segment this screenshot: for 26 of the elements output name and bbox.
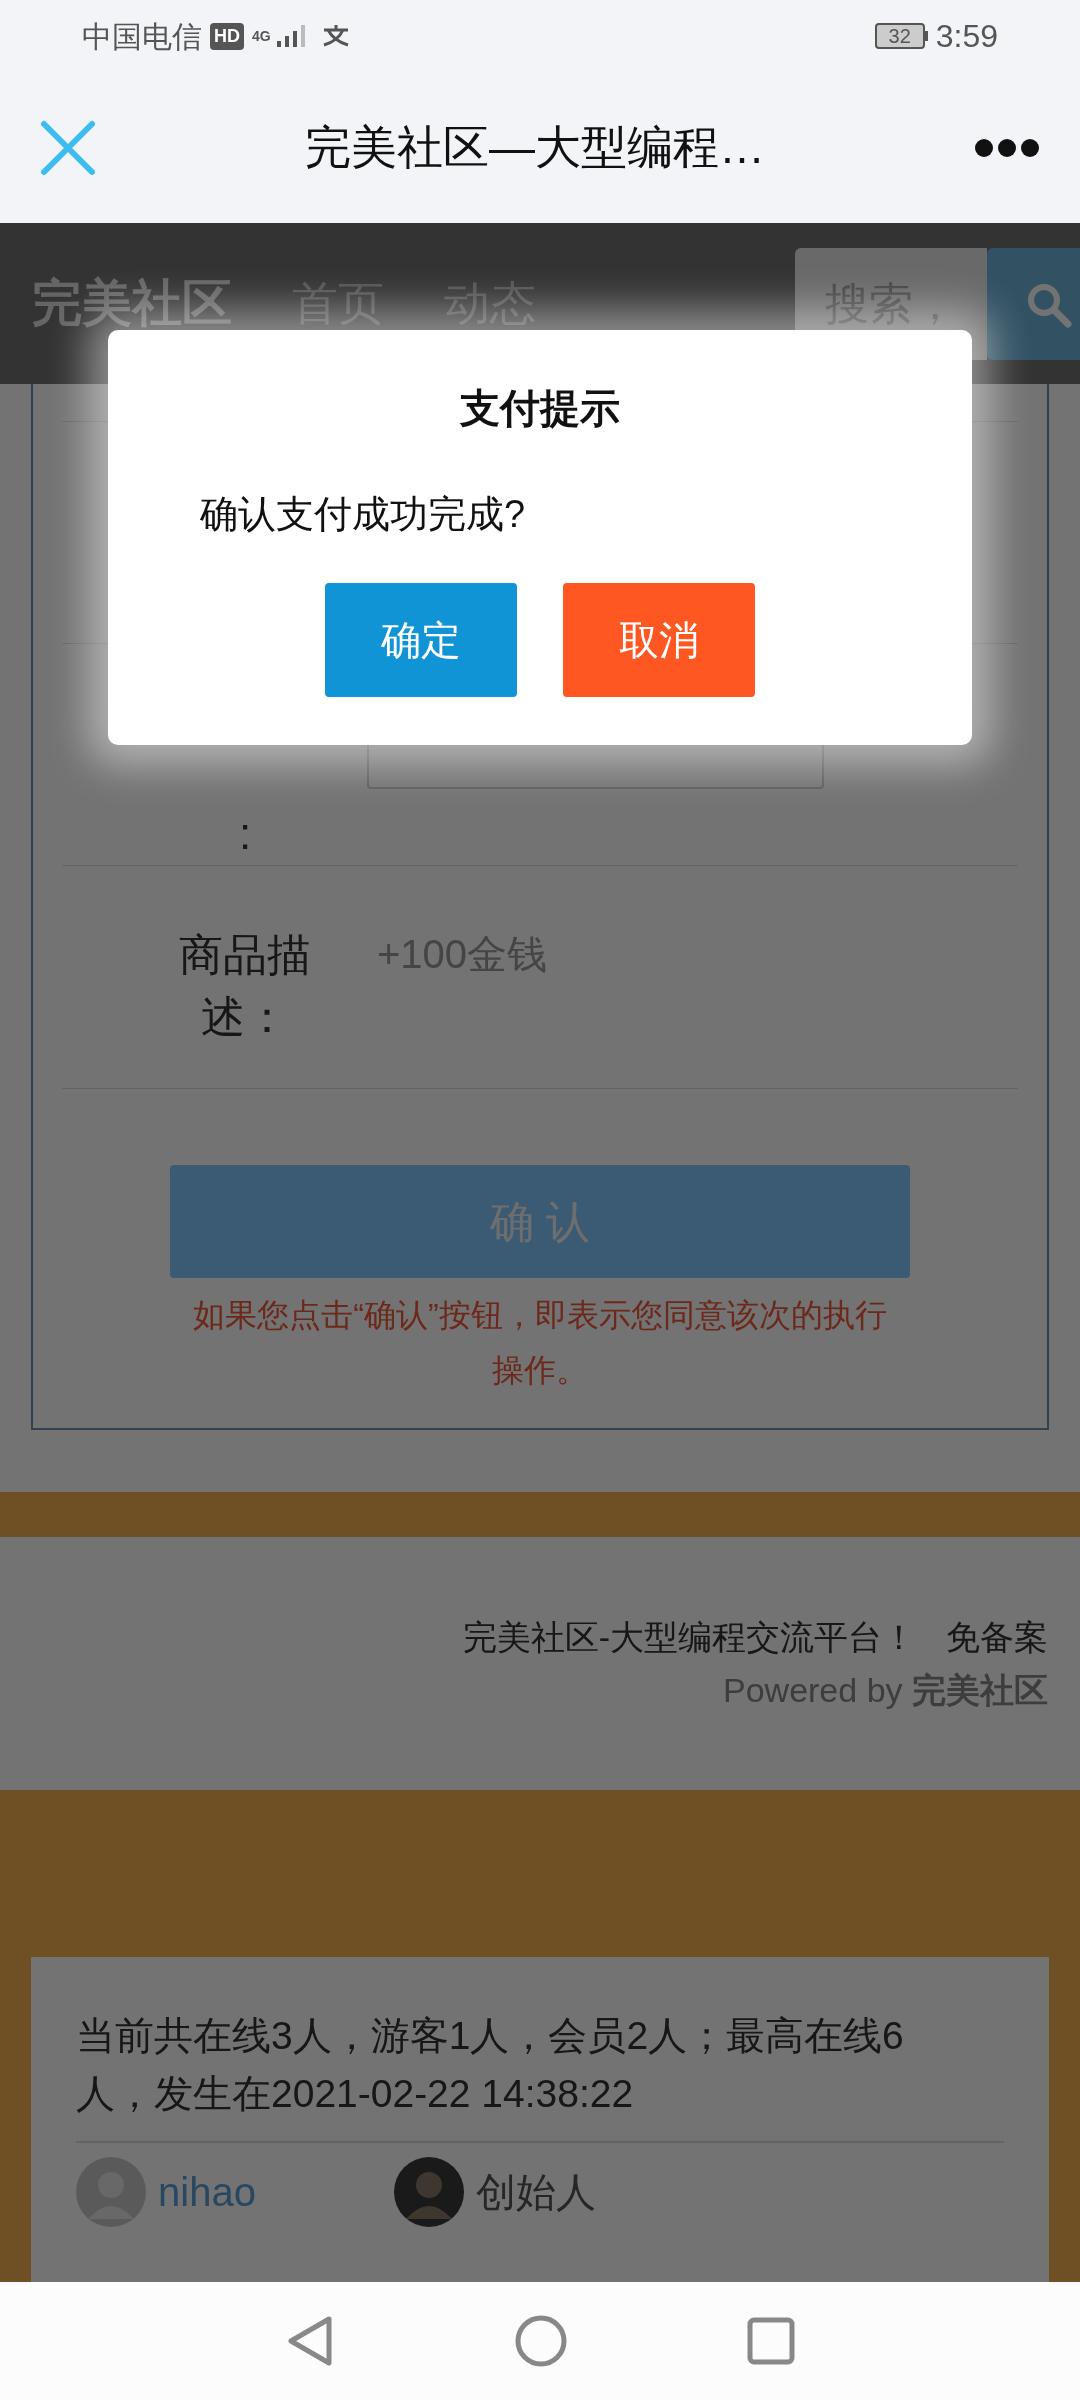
close-icon[interactable]: [40, 119, 96, 176]
recents-icon[interactable]: [747, 2317, 795, 2365]
dialog-button[interactable]: 确定: [325, 583, 517, 697]
dialog-title: 支付提示: [460, 385, 620, 432]
icp-text: 免备案: [946, 1616, 1048, 1658]
avatar-icon: [394, 2157, 464, 2227]
network-text: 4G: [252, 29, 271, 43]
amount-label: :: [238, 808, 252, 860]
avatar-icon: [76, 2157, 146, 2227]
page-title: 完美社区—大型编程…: [305, 120, 765, 175]
more-icon[interactable]: [974, 137, 1040, 158]
user-name: 创始人: [476, 2169, 596, 2216]
user-link[interactable]: nihao: [158, 2162, 256, 2222]
battery-icon: 32: [874, 23, 928, 49]
back-icon[interactable]: [285, 2315, 335, 2367]
search-button[interactable]: [987, 247, 1080, 360]
footer-slogan: 完美社区-大型编程交流平台！: [462, 1616, 916, 1658]
online-summary: 当前共在线3人，游客1人，会员2人；最高在线6人，发生在2021-02-22 14:38:22: [76, 2013, 905, 2117]
dialog-button[interactable]: 取消: [563, 583, 755, 697]
home-icon[interactable]: [515, 2315, 567, 2367]
confirm-notice: 如果您点击“确认”按钮，即表示您同意该次的执行操作。: [192, 1296, 888, 1390]
carrier-text: 中国电信: [82, 18, 202, 55]
description-label: 商品描述：: [178, 929, 312, 1043]
dialog-message: 确认支付成功完成?: [200, 492, 526, 537]
clock-text: 3:59: [935, 17, 998, 56]
hd-badge: HD: [210, 22, 244, 50]
